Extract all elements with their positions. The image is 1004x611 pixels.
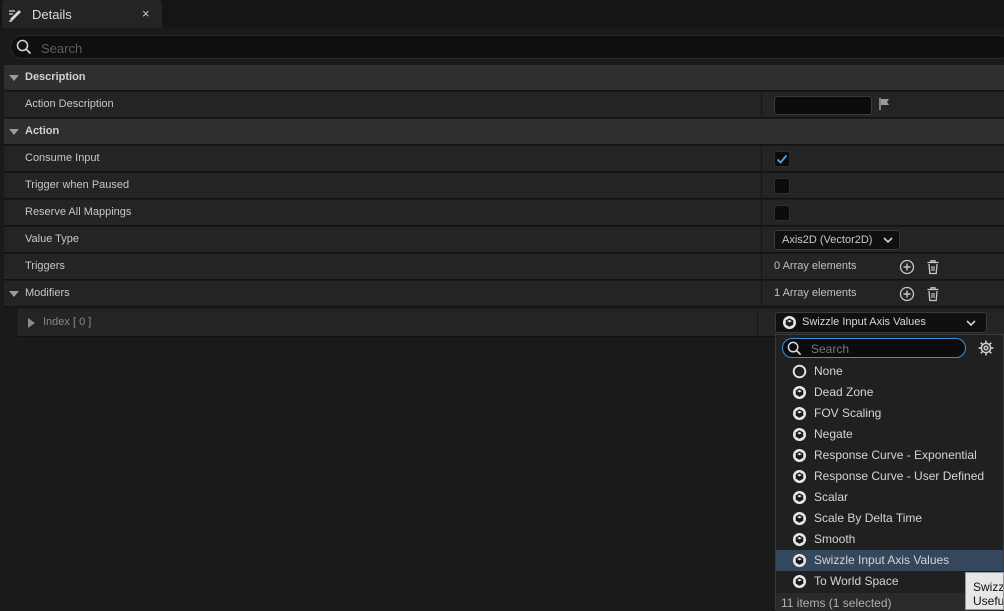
- property-label: Consume Input: [25, 152, 100, 164]
- class-option[interactable]: Smooth: [776, 529, 1003, 550]
- class-icon: [792, 406, 807, 421]
- class-option[interactable]: None: [776, 361, 1003, 382]
- class-option-label: Response Curve - User Defined: [814, 469, 985, 483]
- property-label: Trigger when Paused: [25, 179, 130, 191]
- property-label: Reserve All Mappings: [25, 206, 132, 218]
- tooltip-line-2: Usefu: [973, 594, 1004, 608]
- reserve-all-mappings-checkbox[interactable]: [774, 205, 790, 221]
- property-label: Index [ 0 ]: [43, 316, 92, 328]
- pencil-details-icon: [9, 10, 21, 22]
- none-circle-icon: [792, 364, 807, 379]
- row-value-type: Value Type Axis2D (Vector2D): [4, 227, 1004, 253]
- category-description[interactable]: Description: [4, 65, 1004, 91]
- tooltip-line-1: Swizz: [973, 580, 1004, 594]
- close-icon[interactable]: ×: [142, 6, 150, 21]
- category-label: Description: [25, 71, 86, 83]
- category-label: Action: [25, 125, 60, 137]
- gear-icon[interactable]: [977, 339, 995, 357]
- class-option[interactable]: Scalar: [776, 487, 1003, 508]
- class-option[interactable]: Negate: [776, 424, 1003, 445]
- class-icon: [792, 385, 807, 400]
- class-option-label: Scalar: [814, 490, 849, 504]
- consume-input-checkbox[interactable]: [774, 151, 790, 167]
- class-option[interactable]: Dead Zone: [776, 382, 1003, 403]
- item-count: 11 items (1 selected): [781, 596, 892, 610]
- trash-icon[interactable]: [925, 259, 941, 275]
- property-label: Triggers: [25, 260, 65, 272]
- modifier-class-text: Swizzle Input Axis Values: [802, 316, 926, 328]
- class-option[interactable]: Response Curve - User Defined: [776, 466, 1003, 487]
- details-search[interactable]: [10, 35, 1004, 59]
- class-search-input[interactable]: [809, 340, 963, 358]
- class-icon: [792, 511, 807, 526]
- row-trigger-when-paused: Trigger when Paused: [4, 173, 1004, 199]
- class-option[interactable]: Swizzle Input Axis Values: [776, 550, 1003, 571]
- add-element-icon[interactable]: [899, 286, 915, 302]
- class-icon: [792, 448, 807, 463]
- class-picker-search[interactable]: [782, 338, 966, 358]
- column-splitter[interactable]: [761, 254, 762, 280]
- value-type-combo[interactable]: Axis2D (Vector2D): [774, 230, 900, 250]
- class-option-label: None: [814, 364, 843, 378]
- column-splitter[interactable]: [757, 309, 758, 337]
- column-splitter[interactable]: [761, 227, 762, 253]
- class-option-label: FOV Scaling: [814, 406, 882, 420]
- tab-title: Details: [32, 7, 72, 22]
- search-icon: [16, 39, 32, 55]
- column-splitter[interactable]: [761, 92, 762, 118]
- row-triggers: Triggers 0 Array elements: [4, 254, 1004, 280]
- row-reserve-all-mappings: Reserve All Mappings: [4, 200, 1004, 226]
- class-option-label: Dead Zone: [814, 385, 874, 399]
- class-icon: [792, 553, 807, 568]
- class-option-label: To World Space: [814, 574, 899, 588]
- row-action-description: Action Description: [4, 92, 1004, 118]
- class-option-label: Smooth: [814, 532, 856, 546]
- modifiers-count: 1 Array elements: [774, 287, 857, 299]
- trigger-when-paused-checkbox[interactable]: [774, 178, 790, 194]
- collapse-arrow-icon[interactable]: [9, 75, 19, 81]
- tab-bar: Details ×: [0, 0, 1004, 28]
- triggers-count: 0 Array elements: [774, 260, 857, 272]
- tooltip: Swizz Usefu: [965, 572, 1004, 610]
- collapse-arrow-icon[interactable]: [9, 129, 19, 135]
- action-description-input[interactable]: [774, 96, 872, 115]
- row-consume-input: Consume Input: [4, 146, 1004, 172]
- chevron-down-icon: [883, 237, 893, 244]
- column-splitter[interactable]: [761, 146, 762, 172]
- class-icon: [792, 532, 807, 547]
- property-label: Value Type: [25, 233, 80, 245]
- class-option-label: Negate: [814, 427, 853, 441]
- category-action[interactable]: Action: [4, 119, 1004, 145]
- tab-details[interactable]: Details ×: [2, 0, 162, 28]
- property-label: Modifiers: [25, 287, 70, 299]
- collapse-arrow-icon[interactable]: [9, 291, 19, 297]
- search-icon: [787, 341, 802, 356]
- search-input[interactable]: [39, 38, 943, 58]
- class-option-label: Scale By Delta Time: [814, 511, 923, 525]
- class-option-label: Response Curve - Exponential: [814, 448, 977, 462]
- chevron-down-icon: [966, 320, 976, 327]
- class-icon: [792, 490, 807, 505]
- class-icon: [792, 469, 807, 484]
- class-option[interactable]: FOV Scaling: [776, 403, 1003, 424]
- flag-icon[interactable]: [878, 97, 892, 111]
- trash-icon[interactable]: [925, 286, 941, 302]
- class-option-label: Swizzle Input Axis Values: [814, 553, 950, 567]
- expand-arrow-icon[interactable]: [28, 318, 35, 328]
- value-type-text: Axis2D (Vector2D): [782, 234, 873, 246]
- checkmark-icon: [776, 154, 788, 164]
- row-modifiers[interactable]: Modifiers 1 Array elements: [4, 281, 1004, 307]
- class-option[interactable]: Response Curve - Exponential: [776, 445, 1003, 466]
- class-icon: [792, 427, 807, 442]
- modifier-class-combo[interactable]: Swizzle Input Axis Values: [775, 312, 987, 333]
- class-icon: [792, 574, 807, 589]
- property-label: Action Description: [25, 98, 114, 110]
- class-option[interactable]: Scale By Delta Time: [776, 508, 1003, 529]
- class-picker-dropdown: None Dead Zone FOV Scaling Negate Response C…: [775, 334, 1004, 611]
- column-splitter[interactable]: [761, 200, 762, 226]
- add-element-icon[interactable]: [899, 259, 915, 275]
- column-splitter[interactable]: [761, 281, 762, 307]
- class-icon: [782, 315, 797, 330]
- column-splitter[interactable]: [761, 173, 762, 199]
